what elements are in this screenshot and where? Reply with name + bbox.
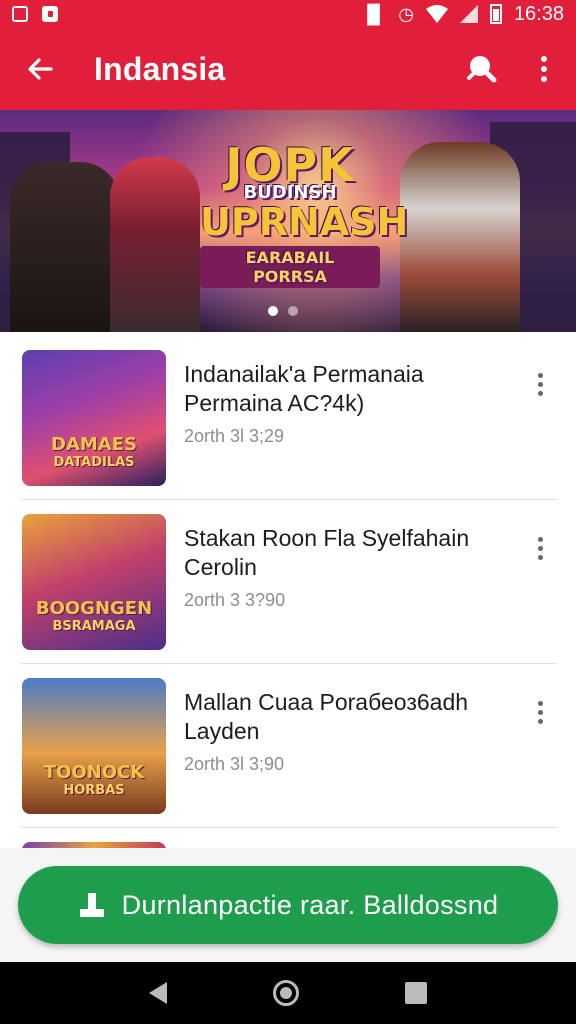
item-thumbnail[interactable]: TOONOCK HORBAS bbox=[22, 678, 166, 814]
item-thumbnail[interactable]: DAMAES DATADILAS bbox=[22, 350, 166, 486]
download-button-label: Durnlanpactie raar. Balldossnd bbox=[121, 889, 499, 920]
back-button[interactable] bbox=[0, 28, 80, 110]
item-title: Stakan Roon Fla Syelfahain Cerolin bbox=[184, 525, 470, 580]
battery-icon bbox=[489, 4, 502, 24]
app-bar: Indansia bbox=[0, 28, 576, 110]
banner-character-cowboy bbox=[400, 142, 520, 332]
banner-character-redhead bbox=[110, 157, 200, 332]
more-vert-icon bbox=[537, 700, 543, 706]
banner-pager bbox=[268, 306, 298, 316]
nav-back-icon[interactable] bbox=[149, 982, 167, 1004]
item-more-button[interactable] bbox=[522, 364, 558, 404]
more-vert-icon bbox=[537, 372, 543, 378]
featured-banner[interactable]: JOPK BUDINSH UPRNASH EARABAIL PORRSA bbox=[0, 110, 576, 332]
item-title: Indanailak'a Permanaia Permaina AC?4k) bbox=[184, 361, 424, 416]
wifi-icon bbox=[425, 5, 448, 23]
list-item[interactable]: TOONOCK HORBAS Mallan Cuaa Poraбеоз6adh … bbox=[0, 664, 576, 828]
pager-dot[interactable] bbox=[268, 306, 278, 316]
download-icon bbox=[78, 891, 106, 919]
more-vert-icon bbox=[537, 536, 543, 542]
nav-recents-icon[interactable] bbox=[405, 982, 427, 1004]
banner-character-guitarist bbox=[10, 162, 120, 332]
arrow-left-icon bbox=[28, 58, 53, 80]
game-list: DAMAES DATADILAS Indanailak'a Permanaia … bbox=[0, 336, 576, 828]
nav-home-icon[interactable] bbox=[273, 980, 299, 1006]
system-nav-bar bbox=[0, 962, 576, 1024]
signal-icon bbox=[459, 5, 478, 23]
more-vert-icon bbox=[541, 56, 547, 82]
vibrate-icon: ▐▌ bbox=[360, 4, 387, 24]
notification-icon bbox=[42, 6, 58, 22]
pager-dot[interactable] bbox=[288, 306, 298, 316]
alarm-icon: ◷ bbox=[398, 4, 414, 24]
search-icon bbox=[467, 56, 497, 83]
overflow-menu-button[interactable] bbox=[512, 28, 576, 110]
status-bar: ▐▌ ◷ 16:38 bbox=[0, 0, 576, 28]
item-meta: 2orth 3l 3;90 bbox=[184, 754, 285, 774]
page-title: Indansia bbox=[94, 50, 226, 87]
item-more-button[interactable] bbox=[522, 692, 558, 732]
status-time: 16:38 bbox=[513, 2, 564, 25]
item-meta: 2orth 3l 3;29 bbox=[184, 426, 285, 446]
download-button[interactable]: Durnlanpactie raar. Balldossnd bbox=[18, 866, 558, 944]
gallery-icon bbox=[12, 6, 28, 22]
item-title: Mallan Cuaa Poraбеоз6adh Layden bbox=[184, 689, 469, 744]
item-meta: 2orth 3 3?90 bbox=[184, 590, 286, 610]
banner-game-logo: JOPK BUDINSH UPRNASH EARABAIL PORRSA bbox=[200, 138, 409, 288]
list-item[interactable]: DAMAES DATADILAS Indanailak'a Permanaia … bbox=[0, 336, 576, 500]
item-thumbnail[interactable]: BOOGNGEN BSRAMAGA bbox=[22, 514, 166, 650]
item-more-button[interactable] bbox=[522, 528, 558, 568]
search-button[interactable] bbox=[448, 28, 512, 110]
list-item[interactable]: BOOGNGEN BSRAMAGA Stakan Roon Fla Syelfa… bbox=[0, 500, 576, 664]
divider bbox=[20, 827, 558, 828]
